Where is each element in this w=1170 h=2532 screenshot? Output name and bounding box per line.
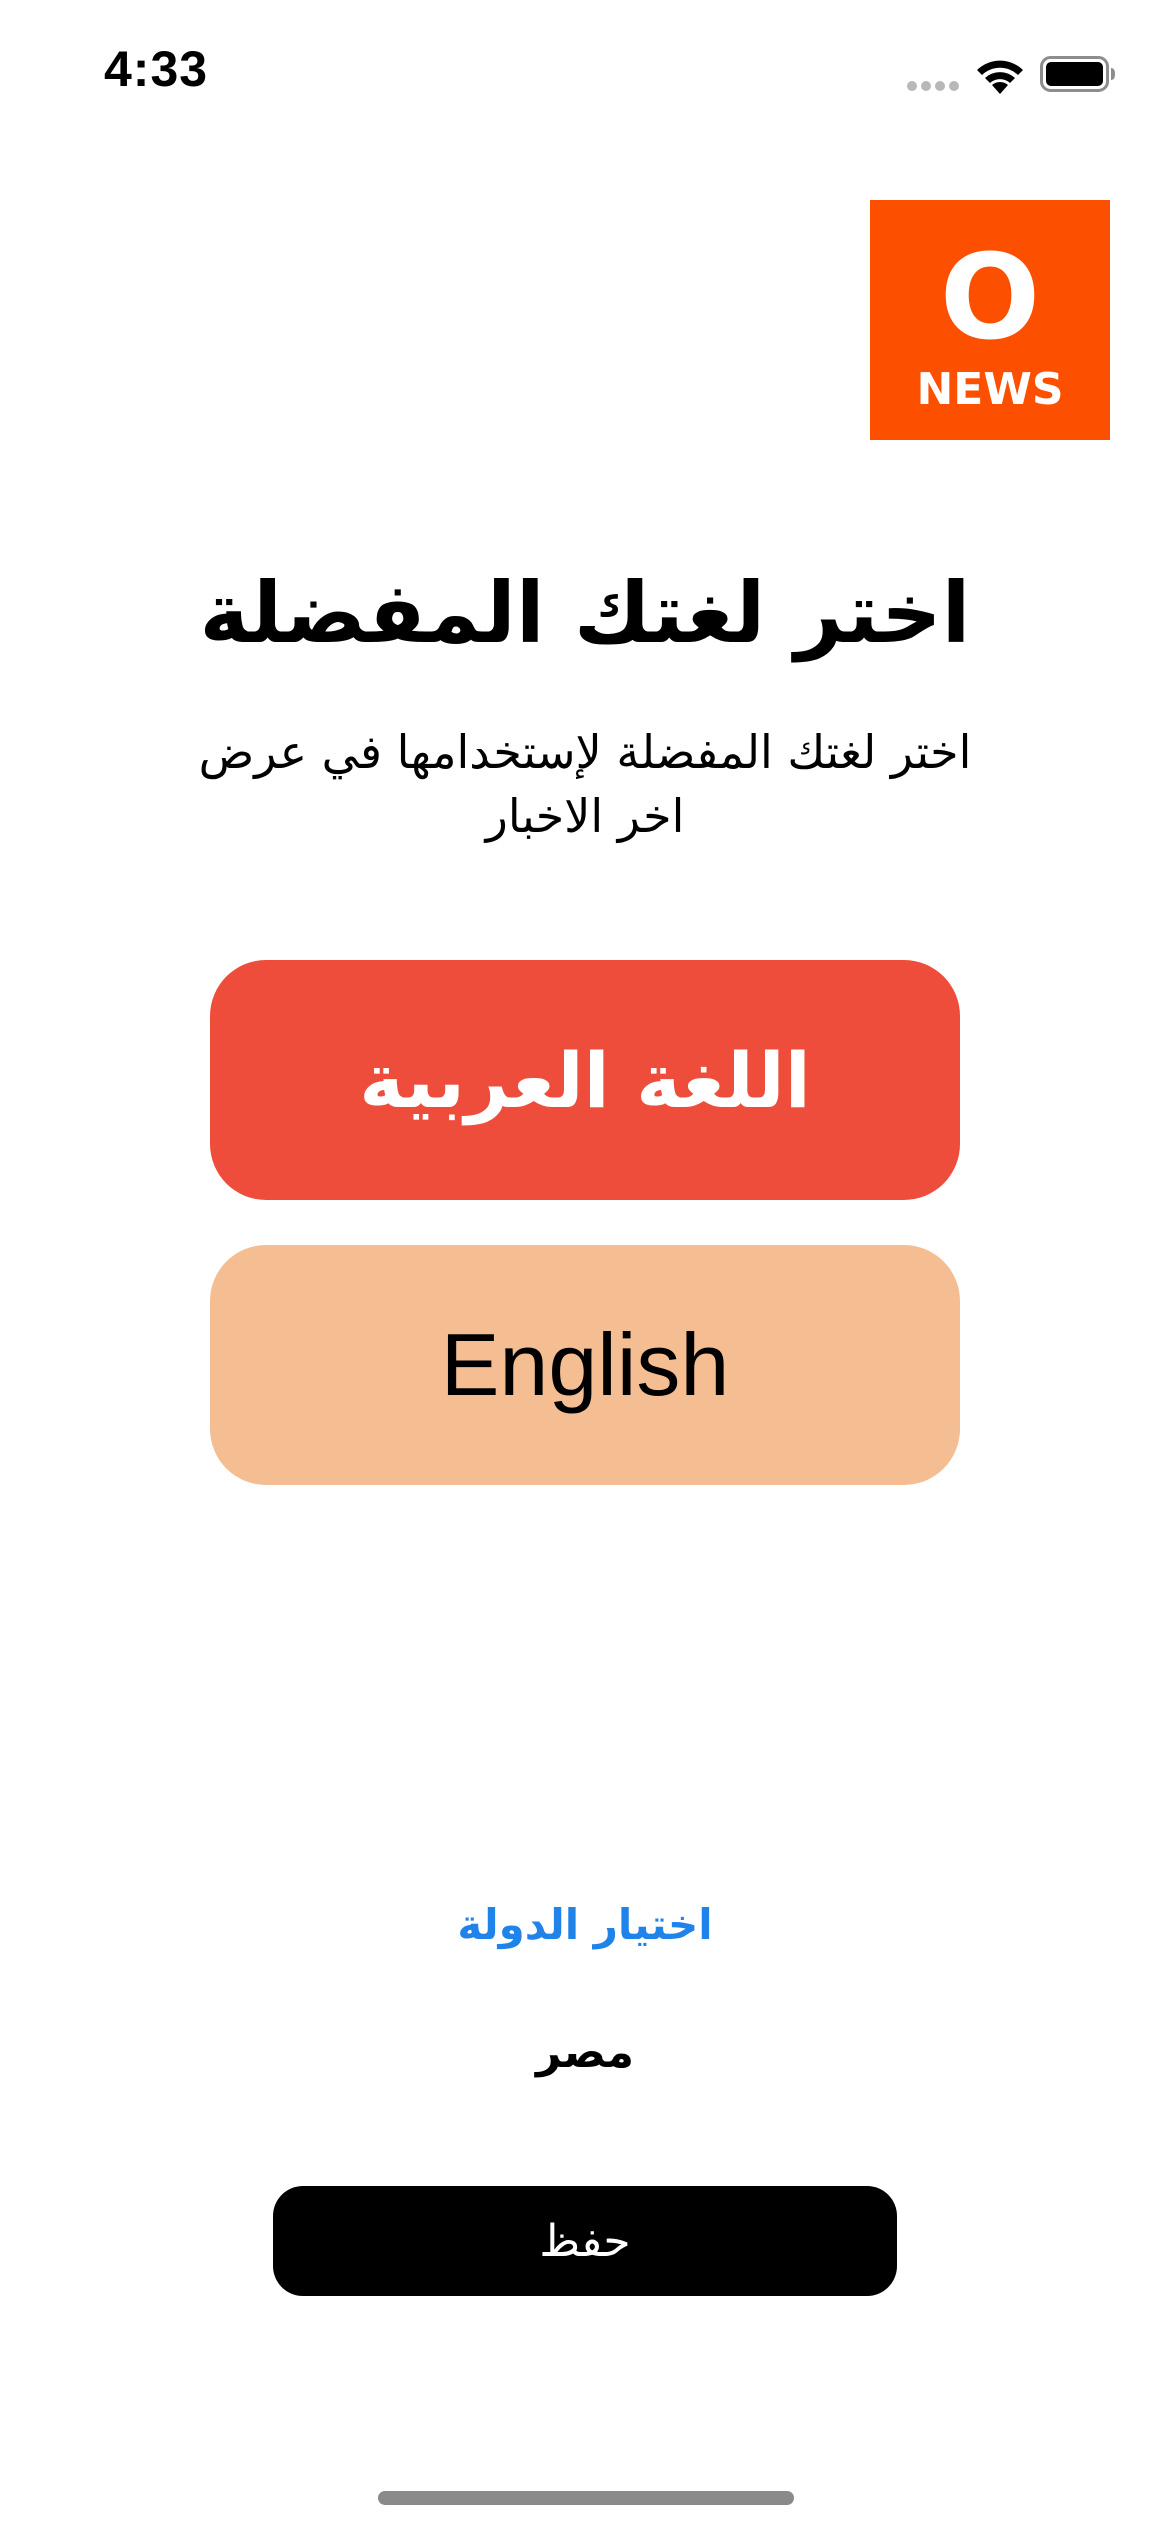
home-indicator[interactable] <box>378 2491 794 2505</box>
arabic-language-button[interactable]: اللغة العربية <box>210 960 960 1200</box>
save-button-label: حفظ <box>539 2215 631 2267</box>
logo-letter: O <box>939 228 1041 366</box>
status-bar: 4:33 <box>0 0 1170 150</box>
cellular-signal-icon <box>907 81 959 91</box>
logo-word: NEWS <box>916 364 1064 415</box>
select-country-link[interactable]: اختيار الدولة <box>285 1890 885 1960</box>
subtitle-line-1: اختر لغتك المفضلة لإستخدامها في عرض <box>198 725 972 779</box>
save-button[interactable]: حفظ <box>273 2186 897 2296</box>
page-title: اختر لغتك المفضلة <box>199 564 971 662</box>
arabic-language-label: اللغة العربية <box>359 1035 811 1125</box>
wifi-icon <box>977 60 1023 94</box>
english-language-label: English <box>440 1315 730 1414</box>
english-language-button[interactable]: English <box>210 1245 960 1485</box>
status-time: 4:33 <box>104 41 209 97</box>
subtitle-line-2: اخر الاخبار <box>485 789 685 843</box>
selected-country: مصر <box>536 2027 634 2078</box>
page-subtitle: اختر لغتك المفضلة لإستخدامها في عرض اخر … <box>90 720 1080 848</box>
app-logo: O NEWS <box>870 200 1110 440</box>
battery-icon <box>1040 56 1115 92</box>
